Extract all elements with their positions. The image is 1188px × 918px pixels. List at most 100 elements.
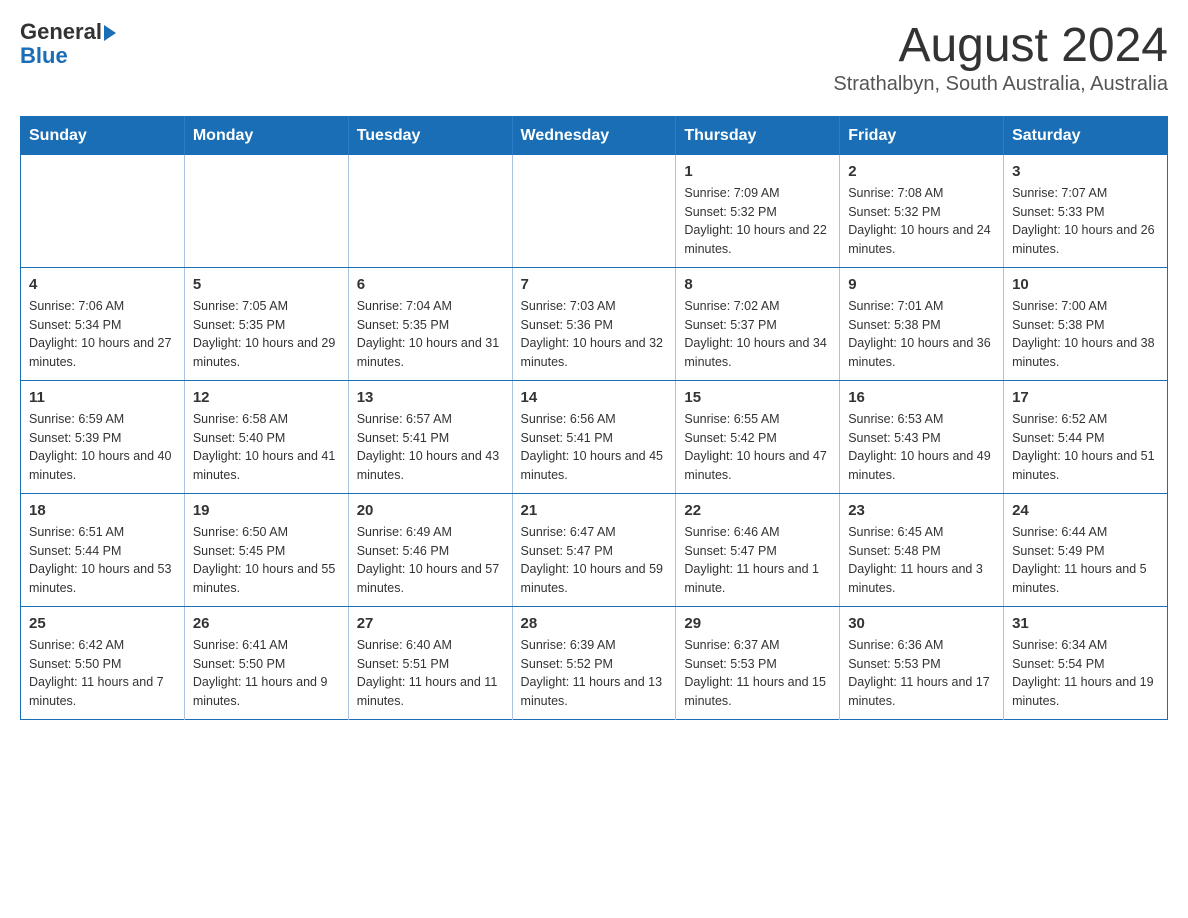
- day-info: Sunrise: 7:08 AMSunset: 5:32 PMDaylight:…: [848, 184, 995, 259]
- day-number: 30: [848, 615, 995, 632]
- logo-arrow-icon: [104, 25, 116, 41]
- day-cell: 27 Sunrise: 6:40 AMSunset: 5:51 PMDayligh…: [348, 606, 512, 719]
- day-info: Sunrise: 6:44 AMSunset: 5:49 PMDaylight:…: [1012, 523, 1159, 598]
- day-cell: 31 Sunrise: 6:34 AMSunset: 5:54 PMDayligh…: [1004, 606, 1168, 719]
- day-cell: 19Sunrise: 6:50 AMSunset: 5:45 PMDayligh…: [184, 493, 348, 606]
- day-cell: 9Sunrise: 7:01 AMSunset: 5:38 PMDaylight…: [840, 267, 1004, 380]
- day-info: Sunrise: 6:45 AMSunset: 5:48 PMDaylight:…: [848, 523, 995, 598]
- day-cell: 2 Sunrise: 7:08 AMSunset: 5:32 PMDaylight…: [840, 155, 1004, 268]
- day-info: Sunrise: 7:06 AMSunset: 5:34 PMDaylight:…: [29, 297, 176, 372]
- day-cell: 15Sunrise: 6:55 AMSunset: 5:42 PMDayligh…: [676, 380, 840, 493]
- day-number: 27: [357, 615, 504, 632]
- header-cell-thursday: Thursday: [676, 116, 840, 155]
- day-info: Sunrise: 6:58 AMSunset: 5:40 PMDaylight:…: [193, 410, 340, 485]
- calendar-table: SundayMondayTuesdayWednesdayThursdayFrid…: [20, 116, 1168, 720]
- day-cell: 1Sunrise: 7:09 AMSunset: 5:32 PMDaylight…: [676, 155, 840, 268]
- week-row-1: 1Sunrise: 7:09 AMSunset: 5:32 PMDaylight…: [21, 155, 1168, 268]
- day-cell: 29Sunrise: 6:37 AMSunset: 5:53 PMDayligh…: [676, 606, 840, 719]
- day-info: Sunrise: 6:36 AMSunset: 5:53 PMDaylight:…: [848, 636, 995, 711]
- day-number: 25: [29, 615, 176, 632]
- header-cell-tuesday: Tuesday: [348, 116, 512, 155]
- day-cell: 10 Sunrise: 7:00 AMSunset: 5:38 PMDayligh…: [1004, 267, 1168, 380]
- header-row: SundayMondayTuesdayWednesdayThursdayFrid…: [21, 116, 1168, 155]
- day-cell: 21Sunrise: 6:47 AMSunset: 5:47 PMDayligh…: [512, 493, 676, 606]
- day-number: 12: [193, 389, 340, 406]
- day-number: 23: [848, 502, 995, 519]
- day-number: 16: [848, 389, 995, 406]
- day-cell: 30 Sunrise: 6:36 AMSunset: 5:53 PMDayligh…: [840, 606, 1004, 719]
- day-number: 14: [521, 389, 668, 406]
- day-cell: 24 Sunrise: 6:44 AMSunset: 5:49 PMDayligh…: [1004, 493, 1168, 606]
- calendar-body: 1Sunrise: 7:09 AMSunset: 5:32 PMDaylight…: [21, 155, 1168, 720]
- day-number: 17: [1012, 389, 1159, 406]
- week-row-3: 11Sunrise: 6:59 AMSunset: 5:39 PMDayligh…: [21, 380, 1168, 493]
- day-info: Sunrise: 6:47 AMSunset: 5:47 PMDaylight:…: [521, 523, 668, 598]
- calendar-header: SundayMondayTuesdayWednesdayThursdayFrid…: [21, 116, 1168, 155]
- day-cell: 8 Sunrise: 7:02 AMSunset: 5:37 PMDaylight…: [676, 267, 840, 380]
- day-cell: 26 Sunrise: 6:41 AMSunset: 5:50 PMDayligh…: [184, 606, 348, 719]
- day-info: Sunrise: 7:07 AMSunset: 5:33 PMDaylight:…: [1012, 184, 1159, 259]
- day-number: 19: [193, 502, 340, 519]
- week-row-4: 18Sunrise: 6:51 AMSunset: 5:44 PMDayligh…: [21, 493, 1168, 606]
- page-title: August 2024: [833, 20, 1168, 73]
- day-number: 7: [521, 276, 668, 293]
- day-info: Sunrise: 6:46 AMSunset: 5:47 PMDaylight:…: [684, 523, 831, 598]
- day-cell: 23 Sunrise: 6:45 AMSunset: 5:48 PMDayligh…: [840, 493, 1004, 606]
- day-cell: 7 Sunrise: 7:03 AMSunset: 5:36 PMDaylight…: [512, 267, 676, 380]
- day-cell: 4 Sunrise: 7:06 AMSunset: 5:34 PMDaylight…: [21, 267, 185, 380]
- day-info: Sunrise: 7:02 AMSunset: 5:37 PMDaylight:…: [684, 297, 831, 372]
- day-cell: 3Sunrise: 7:07 AMSunset: 5:33 PMDaylight…: [1004, 155, 1168, 268]
- day-number: 11: [29, 389, 176, 406]
- day-cell: [512, 155, 676, 268]
- day-info: Sunrise: 6:34 AMSunset: 5:54 PMDaylight:…: [1012, 636, 1159, 711]
- day-cell: [184, 155, 348, 268]
- title-block: August 2024 Strathalbyn, South Australia…: [833, 20, 1168, 96]
- day-info: Sunrise: 6:55 AMSunset: 5:42 PMDaylight:…: [684, 410, 831, 485]
- day-info: Sunrise: 6:41 AMSunset: 5:50 PMDaylight:…: [193, 636, 340, 711]
- day-number: 13: [357, 389, 504, 406]
- day-info: Sunrise: 7:03 AMSunset: 5:36 PMDaylight:…: [521, 297, 668, 372]
- day-number: 8: [684, 276, 831, 293]
- day-number: 24: [1012, 502, 1159, 519]
- day-number: 26: [193, 615, 340, 632]
- header-cell-monday: Monday: [184, 116, 348, 155]
- page-header: General Blue August 2024 Strathalbyn, So…: [20, 20, 1168, 96]
- day-cell: 18Sunrise: 6:51 AMSunset: 5:44 PMDayligh…: [21, 493, 185, 606]
- day-info: Sunrise: 7:01 AMSunset: 5:38 PMDaylight:…: [848, 297, 995, 372]
- day-cell: 13 Sunrise: 6:57 AMSunset: 5:41 PMDayligh…: [348, 380, 512, 493]
- day-cell: 12 Sunrise: 6:58 AMSunset: 5:40 PMDayligh…: [184, 380, 348, 493]
- day-cell: 28Sunrise: 6:39 AMSunset: 5:52 PMDayligh…: [512, 606, 676, 719]
- day-cell: 20Sunrise: 6:49 AMSunset: 5:46 PMDayligh…: [348, 493, 512, 606]
- day-info: Sunrise: 6:56 AMSunset: 5:41 PMDaylight:…: [521, 410, 668, 485]
- day-number: 2: [848, 163, 995, 180]
- day-number: 1: [684, 163, 831, 180]
- logo-general: General: [20, 20, 102, 44]
- day-number: 5: [193, 276, 340, 293]
- week-row-2: 4 Sunrise: 7:06 AMSunset: 5:34 PMDaylight…: [21, 267, 1168, 380]
- day-cell: [348, 155, 512, 268]
- day-cell: 14 Sunrise: 6:56 AMSunset: 5:41 PMDayligh…: [512, 380, 676, 493]
- day-number: 6: [357, 276, 504, 293]
- day-cell: 22Sunrise: 6:46 AMSunset: 5:47 PMDayligh…: [676, 493, 840, 606]
- day-info: Sunrise: 6:42 AMSunset: 5:50 PMDaylight:…: [29, 636, 176, 711]
- day-number: 31: [1012, 615, 1159, 632]
- day-info: Sunrise: 6:37 AMSunset: 5:53 PMDaylight:…: [684, 636, 831, 711]
- day-number: 4: [29, 276, 176, 293]
- day-info: Sunrise: 6:57 AMSunset: 5:41 PMDaylight:…: [357, 410, 504, 485]
- day-cell: 17Sunrise: 6:52 AMSunset: 5:44 PMDayligh…: [1004, 380, 1168, 493]
- day-info: Sunrise: 7:00 AMSunset: 5:38 PMDaylight:…: [1012, 297, 1159, 372]
- week-row-5: 25 Sunrise: 6:42 AMSunset: 5:50 PMDayligh…: [21, 606, 1168, 719]
- day-cell: [21, 155, 185, 268]
- day-info: Sunrise: 6:51 AMSunset: 5:44 PMDaylight:…: [29, 523, 176, 598]
- header-cell-sunday: Sunday: [21, 116, 185, 155]
- day-info: Sunrise: 6:40 AMSunset: 5:51 PMDaylight:…: [357, 636, 504, 711]
- header-cell-saturday: Saturday: [1004, 116, 1168, 155]
- day-number: 28: [521, 615, 668, 632]
- day-cell: 25 Sunrise: 6:42 AMSunset: 5:50 PMDayligh…: [21, 606, 185, 719]
- day-number: 10: [1012, 276, 1159, 293]
- logo: General Blue: [20, 20, 116, 68]
- header-cell-wednesday: Wednesday: [512, 116, 676, 155]
- page-subtitle: Strathalbyn, South Australia, Australia: [833, 73, 1168, 96]
- day-cell: 11Sunrise: 6:59 AMSunset: 5:39 PMDayligh…: [21, 380, 185, 493]
- header-cell-friday: Friday: [840, 116, 1004, 155]
